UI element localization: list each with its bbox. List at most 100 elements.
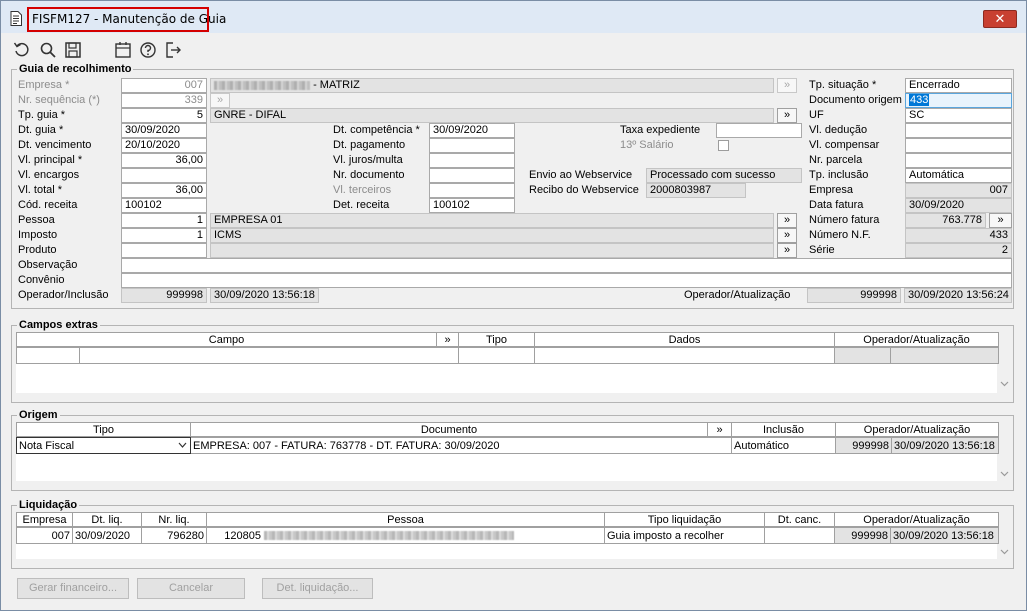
- nr-parcela-field[interactable]: [905, 153, 1012, 168]
- vl-deducao-field[interactable]: [905, 123, 1012, 138]
- empresa-code-field[interactable]: 007: [121, 78, 207, 93]
- liquidacao-operador-cell: 999998: [834, 527, 891, 544]
- origem-operador-cell: 999998: [835, 437, 892, 454]
- table-row[interactable]: Nota Fiscal EMPRESA: 007 - FATURA: 76377…: [16, 437, 999, 454]
- col-dados[interactable]: Dados: [534, 332, 835, 347]
- uf-field[interactable]: SC: [905, 108, 1012, 123]
- cancelar-button[interactable]: Cancelar: [137, 578, 245, 599]
- cod-receita-field[interactable]: 100102: [121, 198, 207, 213]
- origem-inclusao-cell[interactable]: Automático: [731, 437, 836, 454]
- tp-situacao-field[interactable]: Encerrado: [905, 78, 1012, 93]
- serie-field: 2: [905, 243, 1012, 258]
- title-bar: FISFM127 - Manutenção de Guia ✕: [1, 1, 1026, 33]
- table-cell[interactable]: [458, 347, 535, 364]
- table-row[interactable]: 007 30/09/2020 796280 120805 Guia impost…: [16, 527, 999, 544]
- col-nr-liq[interactable]: Nr. liq.: [141, 512, 207, 527]
- produto-code-field[interactable]: [121, 243, 207, 258]
- liquidacao-empresa-cell[interactable]: 007: [16, 527, 73, 544]
- envio-webservice-field: Processado com sucesso: [646, 168, 802, 183]
- operador-inclusao-label: Operador/Inclusão: [18, 289, 109, 301]
- search-icon[interactable]: [39, 41, 57, 59]
- col-dt-liq[interactable]: Dt. liq.: [72, 512, 142, 527]
- pessoa-code-field[interactable]: 1: [121, 213, 207, 228]
- pessoa-lookup-button[interactable]: »: [777, 213, 797, 228]
- nr-sequencia-lookup-button[interactable]: »: [210, 93, 230, 108]
- observacao-field[interactable]: [121, 258, 1012, 273]
- col-documento-lookup[interactable]: »: [707, 422, 732, 437]
- col-tipo[interactable]: Tipo: [458, 332, 535, 347]
- nr-documento-field[interactable]: [429, 168, 515, 183]
- col-tipo[interactable]: Tipo: [16, 422, 191, 437]
- col-operador-atualizacao[interactable]: Operador/Atualização: [835, 422, 999, 437]
- gerar-financeiro-button[interactable]: Gerar financeiro...: [17, 578, 129, 599]
- tp-guia-code-field[interactable]: 5: [121, 108, 207, 123]
- col-dt-canc[interactable]: Dt. canc.: [764, 512, 835, 527]
- col-pessoa[interactable]: Pessoa: [206, 512, 605, 527]
- det-receita-field[interactable]: 100102: [429, 198, 515, 213]
- col-operador-atualizacao[interactable]: Operador/Atualização: [834, 512, 999, 527]
- tp-inclusao-field[interactable]: Automática: [905, 168, 1012, 183]
- close-button[interactable]: ✕: [983, 10, 1017, 28]
- nr-sequencia-field[interactable]: 339: [121, 93, 207, 108]
- dt-guia-field[interactable]: 30/09/2020: [121, 123, 207, 138]
- refresh-icon[interactable]: [13, 41, 31, 59]
- help-icon[interactable]: [139, 41, 157, 59]
- liquidacao-tipo-cell[interactable]: Guia imposto a recolher: [604, 527, 765, 544]
- serie-label: Série: [809, 244, 835, 256]
- convenio-field[interactable]: [121, 273, 1012, 288]
- empresa-lookup-button[interactable]: »: [777, 78, 797, 93]
- dt-competencia-field[interactable]: 30/09/2020: [429, 123, 515, 138]
- col-empresa[interactable]: Empresa: [16, 512, 73, 527]
- documento-origem-field[interactable]: 433: [905, 93, 1012, 108]
- exit-icon[interactable]: [164, 41, 182, 59]
- vl-total-field[interactable]: 36,00: [121, 183, 207, 198]
- tp-situacao-label: Tp. situação *: [809, 79, 877, 91]
- empresa-right-label: Empresa: [809, 184, 854, 196]
- scroll-down-icon[interactable]: [1000, 469, 1009, 478]
- vl-juros-multa-field[interactable]: [429, 153, 515, 168]
- numero-fatura-lookup-button[interactable]: »: [989, 213, 1012, 228]
- liquidacao-dt-canc-cell[interactable]: [764, 527, 835, 544]
- liquidacao-table: Empresa Dt. liq. Nr. liq. Pessoa Tipo li…: [16, 512, 999, 527]
- documento-origem-label: Documento origem: [809, 94, 902, 106]
- liquidacao-pessoa-cell[interactable]: 120805: [206, 527, 605, 544]
- nr-parcela-label: Nr. parcela: [809, 154, 863, 166]
- det-liquidacao-button[interactable]: Det. liquidação...: [262, 578, 373, 599]
- scroll-down-icon[interactable]: [1000, 379, 1009, 388]
- taxa-expediente-field[interactable]: [716, 123, 802, 138]
- liquidacao-dt-liq-cell[interactable]: 30/09/2020: [72, 527, 142, 544]
- produto-label: Produto: [18, 244, 57, 256]
- col-campo[interactable]: Campo: [16, 332, 437, 347]
- decimo-terceiro-checkbox[interactable]: [718, 140, 729, 151]
- save-icon[interactable]: [64, 41, 82, 59]
- tp-guia-lookup-button[interactable]: »: [777, 108, 797, 123]
- vl-compensar-field[interactable]: [905, 138, 1012, 153]
- table-cell[interactable]: [534, 347, 835, 364]
- dt-pagamento-field[interactable]: [429, 138, 515, 153]
- calendar-icon[interactable]: [114, 41, 132, 59]
- origem-documento-cell[interactable]: EMPRESA: 007 - FATURA: 763778 - DT. FATU…: [190, 437, 732, 454]
- dt-guia-label: Dt. guia *: [18, 124, 64, 136]
- imposto-lookup-button[interactable]: »: [777, 228, 797, 243]
- produto-lookup-button[interactable]: »: [777, 243, 797, 258]
- vl-principal-field[interactable]: 36,00: [121, 153, 207, 168]
- liquidacao-nr-liq-cell[interactable]: 796280: [141, 527, 207, 544]
- liquidacao-atualizacao-cell: 30/09/2020 13:56:18: [890, 527, 999, 544]
- cod-receita-label: Cód. receita: [18, 199, 78, 211]
- imposto-code-field[interactable]: 1: [121, 228, 207, 243]
- origem-tipo-select[interactable]: Nota Fiscal: [16, 437, 191, 454]
- col-tipo-liquidacao[interactable]: Tipo liquidação: [604, 512, 765, 527]
- dt-vencimento-field[interactable]: 20/10/2020: [121, 138, 207, 153]
- col-inclusao[interactable]: Inclusão: [731, 422, 836, 437]
- table-cell[interactable]: [16, 347, 80, 364]
- col-documento[interactable]: Documento: [190, 422, 708, 437]
- table-cell[interactable]: [79, 347, 459, 364]
- table-row[interactable]: [16, 347, 999, 364]
- vl-terceiros-field[interactable]: [429, 183, 515, 198]
- col-operador-atualizacao[interactable]: Operador/Atualização: [834, 332, 999, 347]
- scroll-down-icon[interactable]: [1000, 547, 1009, 556]
- vl-encargos-field[interactable]: [121, 168, 207, 183]
- vl-encargos-label: Vl. encargos: [18, 169, 80, 181]
- col-campo-lookup[interactable]: »: [436, 332, 459, 347]
- campos-extras-empty-row: [16, 347, 999, 364]
